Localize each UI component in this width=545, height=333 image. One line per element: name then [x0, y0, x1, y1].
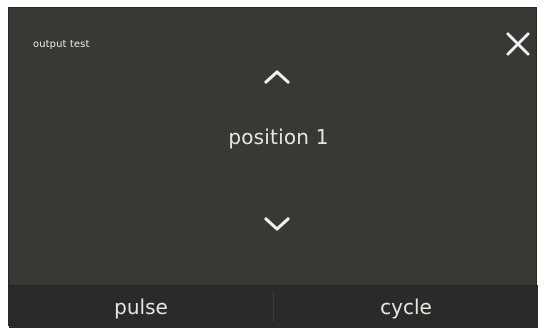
cycle-button[interactable]: cycle: [274, 286, 538, 328]
panel-title: output test: [33, 39, 90, 50]
chevron-down-icon: [264, 217, 290, 231]
position-label: position 1: [228, 125, 329, 149]
pulse-button-label: pulse: [114, 295, 168, 319]
pulse-button[interactable]: pulse: [9, 286, 273, 328]
cycle-button-label: cycle: [380, 295, 432, 319]
close-button[interactable]: [503, 29, 533, 59]
close-icon: [506, 32, 530, 56]
chevron-up-icon: [264, 70, 290, 84]
position-up-button[interactable]: [257, 63, 297, 91]
bottom-action-bar: pulse cycle: [9, 285, 538, 328]
output-test-panel: output test position 1 pulse cycle: [8, 7, 538, 328]
position-down-button[interactable]: [257, 210, 297, 238]
